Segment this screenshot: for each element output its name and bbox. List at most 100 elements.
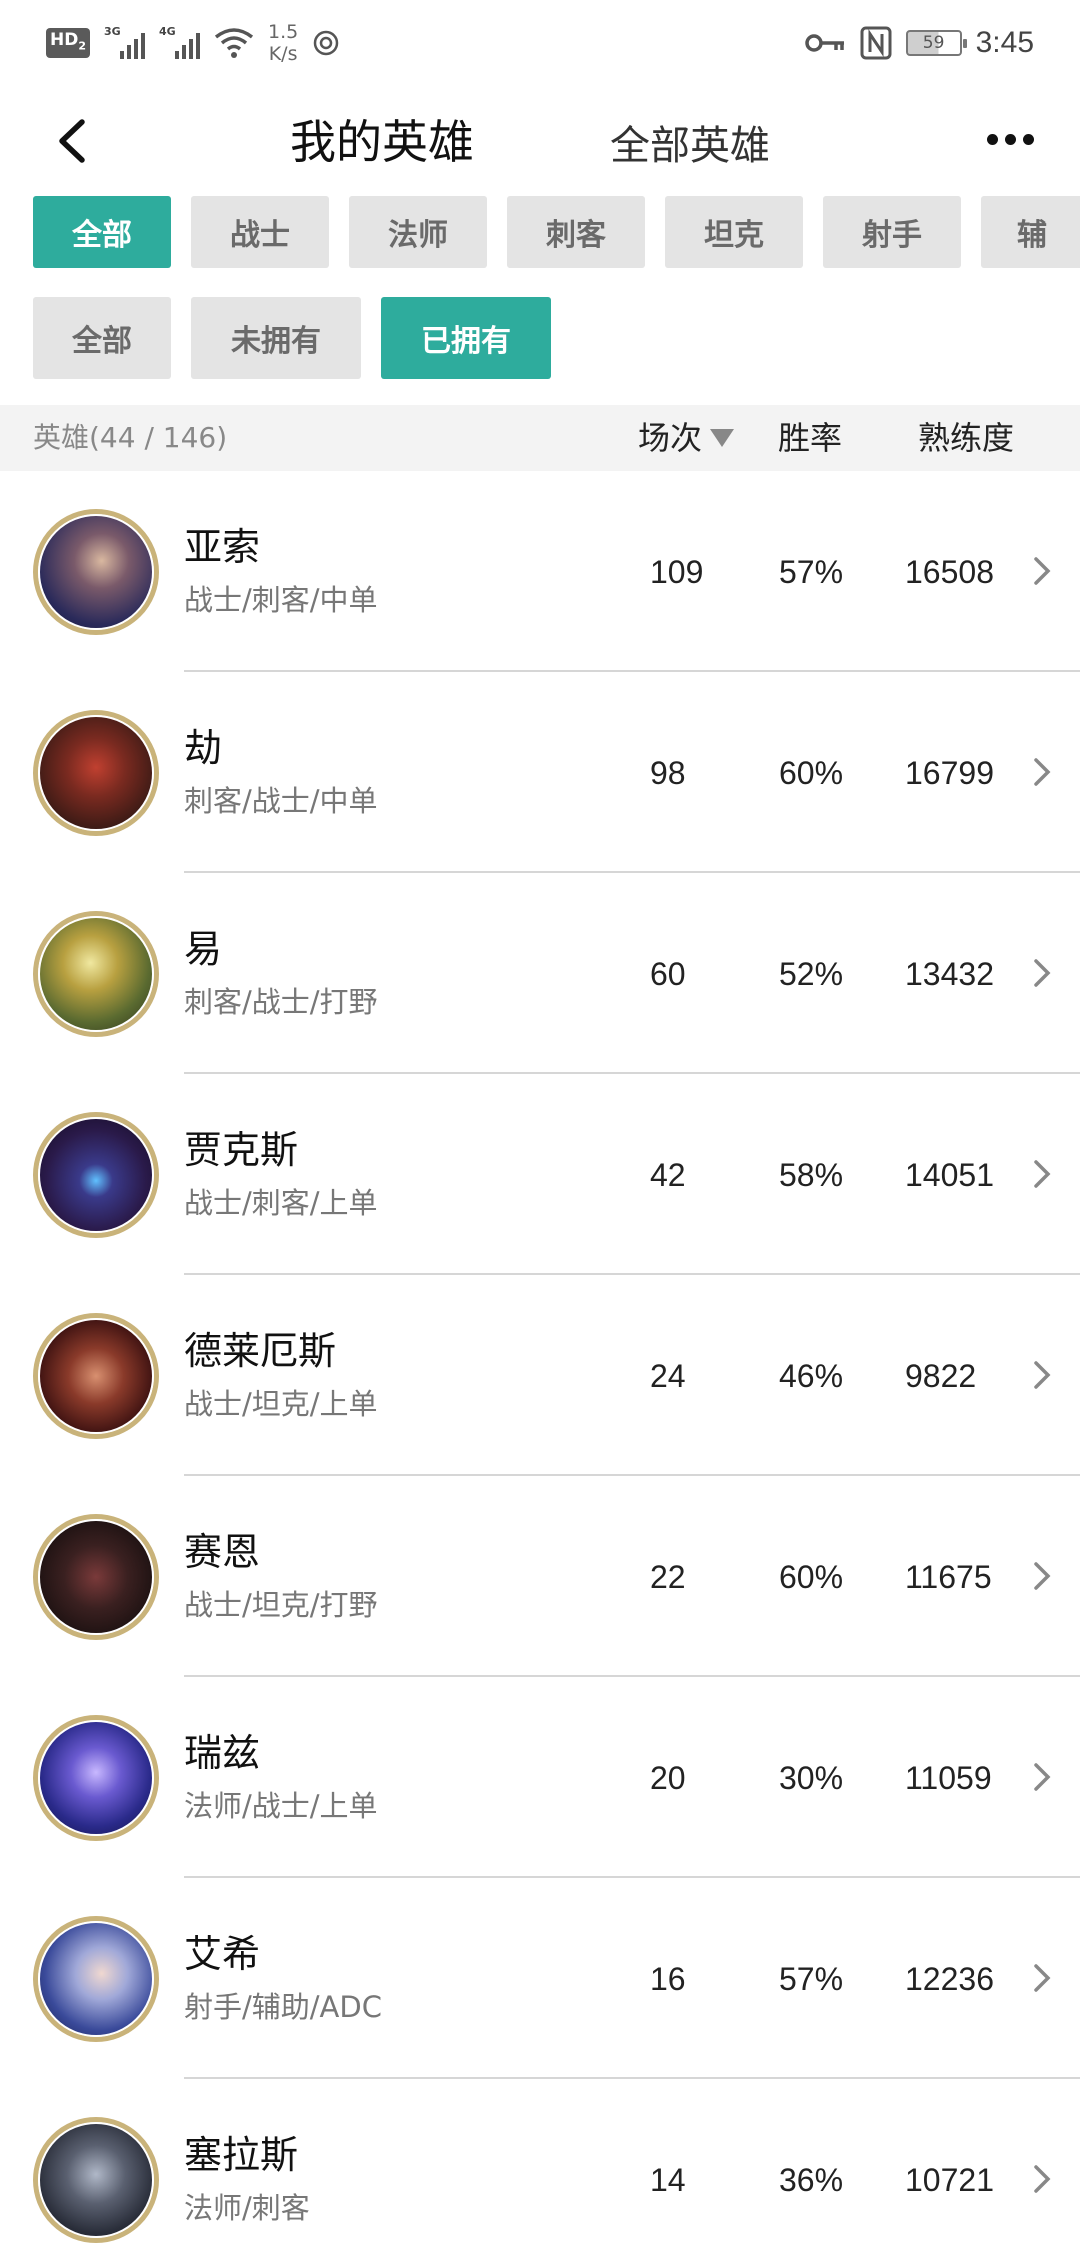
hero-proficiency: 9822: [905, 1358, 977, 1394]
more-options-icon[interactable]: [987, 134, 1034, 145]
hero-row[interactable]: 亚索 战士/刺客/中单 109 57% 16508: [0, 471, 1080, 672]
hero-proficiency: 13432: [905, 956, 994, 992]
hero-roles: 战士/刺客/中单: [184, 583, 378, 617]
table-header: 英雄(44 / 146) 场次 胜率 熟练度: [0, 405, 1080, 471]
hero-name: 易: [184, 927, 223, 971]
hero-proficiency: 11675: [905, 1559, 992, 1595]
hero-proficiency: 10721: [905, 2162, 994, 2198]
hero-avatar: [33, 911, 159, 1037]
hero-row[interactable]: 瑞兹 法师/战士/上单 20 30% 11059: [0, 1677, 1080, 1878]
hero-games: 24: [650, 1358, 686, 1394]
ownership-filter-all[interactable]: 全部: [33, 297, 171, 379]
role-filter-marksman[interactable]: 射手: [823, 196, 961, 268]
chevron-right-icon: [1034, 1160, 1051, 1188]
tab-my-heroes[interactable]: 我的英雄: [290, 114, 474, 170]
hero-name: 贾克斯: [184, 1128, 299, 1172]
sort-desc-icon[interactable]: [710, 429, 734, 447]
hero-roles: 战士/坦克/打野: [184, 1588, 378, 1622]
hero-winrate: 58%: [779, 1157, 844, 1193]
hero-row[interactable]: 劫 刺客/战士/中单 98 60% 16799: [0, 672, 1080, 873]
column-winrate[interactable]: 胜率: [778, 405, 842, 471]
hero-winrate: 57%: [779, 554, 844, 590]
chevron-right-icon: [1034, 1964, 1051, 1992]
chevron-right-icon: [1034, 2165, 1051, 2193]
hero-row[interactable]: 艾希 射手/辅助/ADC 16 57% 12236: [0, 1878, 1080, 2079]
hero-roles: 战士/坦克/上单: [184, 1387, 378, 1421]
role-filter-mage[interactable]: 法师: [349, 196, 487, 268]
hero-winrate: 60%: [779, 1559, 844, 1595]
ownership-filter-owned[interactable]: 已拥有: [381, 297, 551, 379]
hero-avatar: [33, 2117, 159, 2243]
hero-games: 98: [650, 755, 686, 791]
hero-winrate: 46%: [779, 1358, 844, 1394]
wifi-icon: [214, 28, 254, 58]
hero-games: 16: [650, 1961, 686, 1997]
hero-winrate: 60%: [779, 755, 844, 791]
hero-name: 德莱厄斯: [184, 1329, 337, 1373]
hero-roles: 法师/战士/上单: [184, 1789, 378, 1823]
hero-name: 瑞兹: [184, 1731, 261, 1775]
location-icon: [313, 30, 339, 56]
hero-avatar: [33, 1112, 159, 1238]
hero-games: 14: [650, 2162, 686, 2198]
hero-roles: 战士/刺客/上单: [184, 1186, 378, 1220]
chevron-right-icon: [1034, 1562, 1051, 1590]
chevron-right-icon: [1034, 1361, 1051, 1389]
network-speed: 1.5 K/s: [268, 21, 299, 65]
header: 我的英雄 全部英雄: [0, 86, 1080, 196]
back-arrow-icon[interactable]: [50, 116, 94, 166]
role-filter-assassin[interactable]: 刺客: [507, 196, 645, 268]
hero-name: 劫: [184, 726, 223, 770]
hero-roles: 刺客/战士/中单: [184, 784, 378, 818]
tab-all-heroes[interactable]: 全部英雄: [610, 118, 770, 174]
hero-avatar: [33, 509, 159, 635]
column-games[interactable]: 场次: [638, 405, 702, 471]
role-filter-tank[interactable]: 坦克: [665, 196, 803, 268]
role-filter-support[interactable]: 辅: [981, 196, 1080, 268]
key-icon: [804, 34, 844, 52]
hero-avatar: [33, 1514, 159, 1640]
hd-voice-icon: HD2: [46, 27, 90, 59]
hero-avatar: [33, 1916, 159, 2042]
hero-list: 亚索 战士/刺客/中单 109 57% 16508 劫 刺客/战士/中单 98 …: [0, 471, 1080, 2244]
hero-proficiency: 16508: [905, 554, 994, 590]
battery-icon: 59: [905, 30, 967, 56]
hero-row[interactable]: 贾克斯 战士/刺客/上单 42 58% 14051: [0, 1074, 1080, 1275]
hero-name: 塞拉斯: [184, 2133, 299, 2177]
hero-name: 亚索: [184, 525, 261, 569]
hero-winrate: 36%: [779, 2162, 844, 2198]
clock: 3:45: [975, 26, 1034, 59]
role-filter-warrior[interactable]: 战士: [191, 196, 329, 268]
hero-winrate: 57%: [779, 1961, 844, 1997]
hero-roles: 刺客/战士/打野: [184, 985, 378, 1019]
hero-avatar: [33, 1313, 159, 1439]
hero-row[interactable]: 塞拉斯 法师/刺客 14 36% 10721: [0, 2079, 1080, 2244]
ownership-filter-not-owned[interactable]: 未拥有: [191, 297, 361, 379]
chevron-right-icon: [1034, 1763, 1051, 1791]
signal-4g-icon: 4G: [159, 25, 200, 59]
hero-games: 109: [650, 554, 704, 590]
hero-games: 20: [650, 1760, 686, 1796]
role-filter-bar: 全部 战士 法师 刺客 坦克 射手 辅: [33, 196, 1080, 268]
hero-roles: 法师/刺客: [184, 2191, 310, 2225]
hero-proficiency: 14051: [905, 1157, 994, 1193]
role-filter-all[interactable]: 全部: [33, 196, 171, 268]
hero-roles: 射手/辅助/ADC: [184, 1990, 382, 2024]
column-proficiency[interactable]: 熟练度: [918, 405, 1014, 471]
hero-row[interactable]: 德莱厄斯 战士/坦克/上单 24 46% 9822: [0, 1275, 1080, 1476]
hero-proficiency: 11059: [905, 1760, 992, 1796]
nfc-icon: [860, 26, 892, 60]
status-bar: HD2 3G 4G 1.5 K/s 59 3:45: [0, 0, 1080, 86]
hero-winrate: 30%: [779, 1760, 844, 1796]
hero-row[interactable]: 易 刺客/战士/打野 60 52% 13432: [0, 873, 1080, 1074]
ownership-filter-bar: 全部 未拥有 已拥有: [33, 297, 551, 379]
hero-avatar: [33, 1715, 159, 1841]
chevron-right-icon: [1034, 758, 1051, 786]
hero-proficiency: 12236: [905, 1961, 994, 1997]
hero-count: 英雄(44 / 146): [33, 421, 228, 454]
hero-row[interactable]: 赛恩 战士/坦克/打野 22 60% 11675: [0, 1476, 1080, 1677]
chevron-right-icon: [1034, 959, 1051, 987]
signal-3g-icon: 3G: [104, 25, 145, 59]
chevron-right-icon: [1034, 557, 1051, 585]
hero-proficiency: 16799: [905, 755, 994, 791]
